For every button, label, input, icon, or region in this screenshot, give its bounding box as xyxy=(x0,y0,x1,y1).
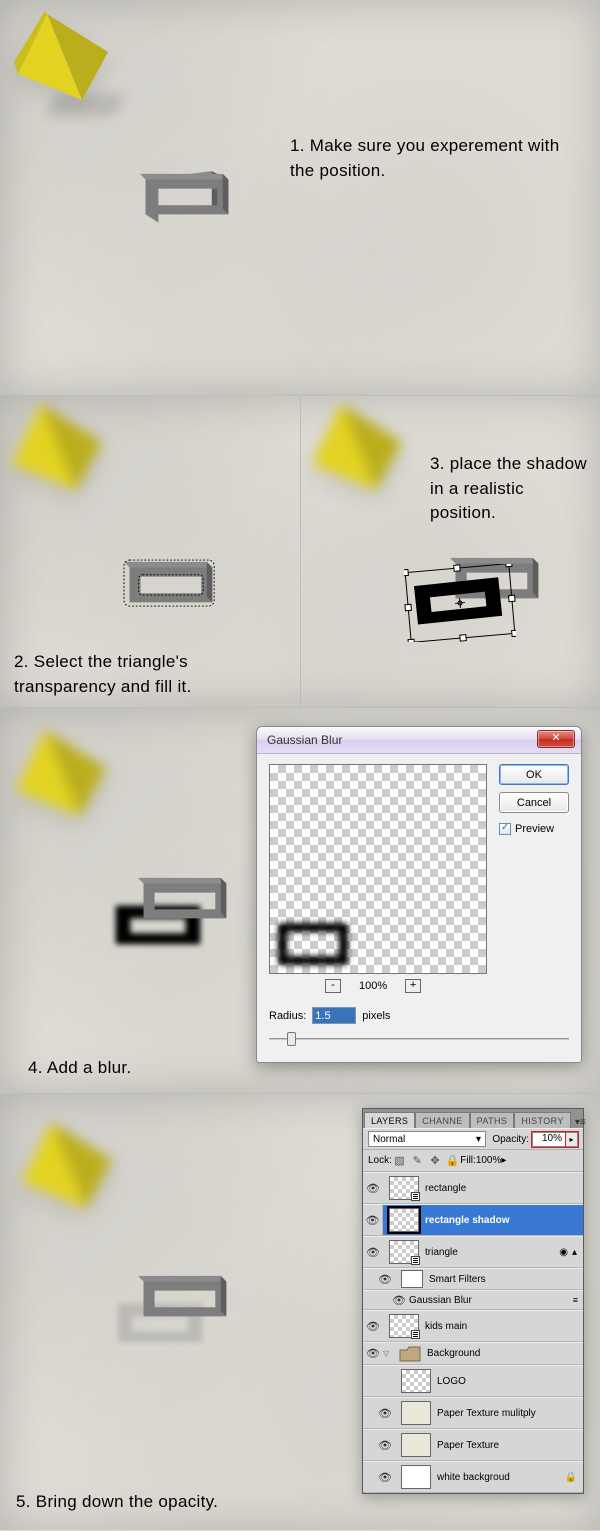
transform-handles[interactable] xyxy=(404,564,516,642)
blend-mode-select[interactable]: Normal▾ xyxy=(368,1131,486,1147)
layer-thumb[interactable] xyxy=(401,1433,431,1457)
fill-input[interactable]: 100% xyxy=(476,1155,502,1166)
yellow-prism xyxy=(16,1114,116,1214)
layer-row-selected[interactable]: 👁 rectangle shadow xyxy=(363,1204,583,1236)
step-1-panel: 1. Make sure you experement with the pos… xyxy=(0,0,600,395)
zoom-value: 100% xyxy=(359,980,387,992)
blur-preview[interactable] xyxy=(269,764,487,974)
panel-menu-icon[interactable]: ▾≡ xyxy=(571,1117,591,1128)
dialog-title: Gaussian Blur xyxy=(267,733,342,747)
filter-options-icon[interactable]: ≡ xyxy=(573,1295,583,1305)
grey-box-selected xyxy=(124,556,216,612)
lock-brush-icon[interactable]: ✎ xyxy=(410,1154,425,1167)
zoom-out-button[interactable]: - xyxy=(325,979,341,993)
visibility-icon[interactable]: 👁 xyxy=(389,1294,409,1307)
preview-content xyxy=(278,923,348,965)
grey-box xyxy=(138,872,230,928)
opacity-label: Opacity: xyxy=(492,1134,529,1145)
step-3-panel: 3. place the shadow in a realistic posit… xyxy=(300,396,600,707)
step-5-caption: 5. Bring down the opacity. xyxy=(16,1490,218,1515)
step-2-panel: 2. Select the triangle's transparency an… xyxy=(0,396,300,707)
grey-box xyxy=(138,1270,230,1326)
layer-row[interactable]: 👁 rectangle xyxy=(363,1172,583,1204)
panel-tabs: LAYERS CHANNE PATHS HISTORY ▾≡ xyxy=(363,1109,583,1128)
step-1-caption: 1. Make sure you experement with the pos… xyxy=(290,134,570,183)
layer-row[interactable]: 👁 triangle ◉▴ xyxy=(363,1236,583,1268)
visibility-icon[interactable]: 👁 xyxy=(363,1182,383,1195)
step-5-panel: 5. Bring down the opacity. LAYERS CHANNE… xyxy=(0,1094,600,1530)
step-2-3-row: 2. Select the triangle's transparency an… xyxy=(0,396,600,707)
dialog-titlebar[interactable]: Gaussian Blur ✕ xyxy=(257,727,581,754)
tab-history[interactable]: HISTORY xyxy=(514,1112,570,1128)
lock-icon: 🔒 xyxy=(565,1472,577,1483)
layer-thumb[interactable] xyxy=(389,1208,419,1232)
zoom-in-button[interactable]: + xyxy=(405,979,421,993)
cancel-button[interactable]: Cancel xyxy=(499,792,569,813)
layer-row[interactable]: 👁 Paper Texture mulitply xyxy=(363,1397,583,1429)
folder-icon xyxy=(399,1345,421,1363)
grey-box xyxy=(140,168,232,224)
lock-all-icon[interactable]: 🔒 xyxy=(445,1154,460,1167)
layer-thumb[interactable] xyxy=(389,1176,419,1200)
layer-thumb[interactable] xyxy=(401,1465,431,1489)
tab-channels[interactable]: CHANNE xyxy=(415,1112,469,1128)
group-row[interactable]: 👁 ▽ Background xyxy=(363,1342,583,1365)
layer-thumb[interactable] xyxy=(401,1369,431,1393)
tab-layers[interactable]: LAYERS xyxy=(364,1112,415,1128)
step-2-caption: 2. Select the triangle's transparency an… xyxy=(14,650,274,699)
radius-label: Radius: xyxy=(269,1010,306,1022)
layer-row[interactable]: 👁 Paper Texture xyxy=(363,1429,583,1461)
yellow-prism xyxy=(10,722,110,822)
visibility-icon[interactable]: 👁 xyxy=(363,1347,383,1360)
disclosure-icon[interactable]: ▽ xyxy=(383,1349,393,1358)
layer-row[interactable]: 👁 kids main xyxy=(363,1310,583,1342)
layers-panel[interactable]: LAYERS CHANNE PATHS HISTORY ▾≡ Normal▾ O… xyxy=(362,1108,584,1494)
ok-button[interactable]: OK xyxy=(499,764,569,785)
layer-thumb[interactable] xyxy=(389,1240,419,1264)
preview-label: Preview xyxy=(515,823,554,835)
visibility-icon[interactable]: 👁 xyxy=(375,1407,395,1420)
filter-row[interactable]: 👁 Gaussian Blur ≡ xyxy=(363,1290,583,1310)
gaussian-blur-dialog[interactable]: Gaussian Blur ✕ - 100% + Radius: pixels xyxy=(256,726,582,1063)
visibility-icon[interactable]: 👁 xyxy=(375,1439,395,1452)
step-4-caption: 4. Add a blur. xyxy=(28,1056,131,1081)
yellow-prism xyxy=(306,396,406,496)
yellow-prism xyxy=(12,6,112,106)
smart-object-icons[interactable]: ◉▴ xyxy=(559,1247,583,1258)
lock-icons[interactable]: ▧ ✎ ✥ 🔒 xyxy=(392,1154,460,1167)
layer-thumb[interactable] xyxy=(401,1401,431,1425)
fill-label: Fill: xyxy=(460,1155,476,1166)
lock-transparency-icon[interactable]: ▧ xyxy=(392,1154,407,1167)
fill-flyout[interactable]: ▸ xyxy=(501,1155,506,1166)
visibility-icon[interactable]: 👁 xyxy=(363,1246,383,1259)
radius-input[interactable] xyxy=(312,1007,356,1024)
smart-filters-row[interactable]: 👁 Smart Filters xyxy=(363,1268,583,1290)
opacity-input[interactable]: 10% xyxy=(532,1132,566,1147)
step-4-panel: 4. Add a blur. Gaussian Blur ✕ - 100% + … xyxy=(0,708,600,1093)
visibility-icon[interactable]: 👁 xyxy=(375,1471,395,1484)
lock-label: Lock: xyxy=(368,1155,392,1166)
visibility-icon[interactable]: 👁 xyxy=(363,1205,383,1235)
radius-slider[interactable] xyxy=(269,1030,569,1048)
radius-unit: pixels xyxy=(362,1010,390,1022)
layer-thumb[interactable] xyxy=(389,1314,419,1338)
yellow-prism xyxy=(6,396,106,496)
preview-checkbox[interactable] xyxy=(499,823,511,835)
close-icon[interactable]: ✕ xyxy=(537,730,575,748)
visibility-icon[interactable]: 👁 xyxy=(375,1273,395,1286)
visibility-icon[interactable]: 👁 xyxy=(363,1320,383,1333)
opacity-flyout[interactable]: ▸ xyxy=(566,1132,578,1147)
step-3-caption: 3. place the shadow in a realistic posit… xyxy=(430,452,590,526)
lock-move-icon[interactable]: ✥ xyxy=(427,1154,442,1167)
layer-row[interactable]: LOGO xyxy=(363,1365,583,1397)
tab-paths[interactable]: PATHS xyxy=(470,1112,515,1128)
filter-mask-thumb[interactable] xyxy=(401,1270,423,1288)
layer-row[interactable]: 👁 white backgroud 🔒 xyxy=(363,1461,583,1493)
